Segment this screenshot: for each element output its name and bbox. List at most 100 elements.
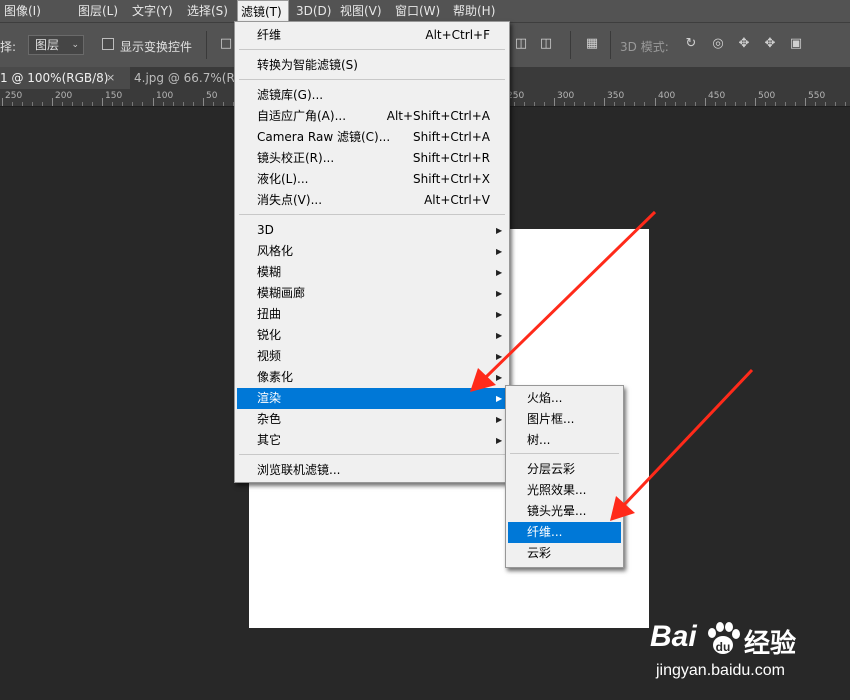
ruler-label: 150 xyxy=(105,91,123,101)
menu-item-submenu-distort[interactable]: 扭曲 ▶ xyxy=(237,304,507,325)
menu-3d[interactable]: 3D(D) xyxy=(296,0,331,22)
menu-item-submenu-blur-gallery[interactable]: 模糊画廊 ▶ xyxy=(237,283,507,304)
menu-item-submenu-stylize[interactable]: 风格化 ▶ xyxy=(237,241,507,262)
menu-item-submenu-render[interactable]: 渲染 ▶ xyxy=(237,388,507,409)
menu-item-convert-smart-filter[interactable]: 转换为智能滤镜(S) xyxy=(237,55,507,76)
menu-item-submenu-other[interactable]: 其它 ▶ xyxy=(237,430,507,451)
submenu-arrow-icon: ▶ xyxy=(496,415,503,424)
submenu-item-picture-frame[interactable]: 图片框... xyxy=(508,409,621,430)
show-transform-checkbox[interactable] xyxy=(102,38,114,50)
menu-separator xyxy=(239,49,505,50)
menu-item-adaptive-wide-angle[interactable]: 自适应广角(A)... Alt+Shift+Ctrl+A xyxy=(237,106,507,127)
ruler-label: 500 xyxy=(758,91,776,101)
toolbar-divider xyxy=(206,31,207,59)
ruler-minor-tick xyxy=(514,102,515,106)
watermark-brand: Bai xyxy=(650,620,697,653)
ruler-minor-tick xyxy=(835,102,836,106)
menu-item-label: 模糊画廊 xyxy=(257,286,306,300)
toolbar-divider xyxy=(610,31,611,59)
menu-item-label: 风格化 xyxy=(257,244,294,258)
menu-view[interactable]: 视图(V) xyxy=(340,0,382,22)
submenu-arrow-icon: ▶ xyxy=(496,289,503,298)
ruler-minor-tick xyxy=(745,102,746,106)
ruler-tick xyxy=(203,98,204,106)
submenu-arrow-icon: ▶ xyxy=(496,436,503,445)
menu-filter[interactable]: 滤镜(T) xyxy=(237,0,289,22)
ruler-tick xyxy=(755,98,756,106)
menu-item-label: 模糊 xyxy=(257,265,282,279)
menu-item-shortcut: Shift+Ctrl+A xyxy=(413,130,490,144)
submenu-item-lighting-effects[interactable]: 光照效果... xyxy=(508,480,621,501)
ruler-minor-tick xyxy=(564,102,565,106)
submenu-item-difference-clouds[interactable]: 分层云彩 xyxy=(508,459,621,480)
auto-align-icon[interactable]: ▦ xyxy=(584,36,600,52)
menu-item-label: Camera Raw 滤镜(C)... xyxy=(257,130,391,144)
menu-help[interactable]: 帮助(H) xyxy=(453,0,495,22)
menu-item-label: 扭曲 xyxy=(257,307,282,321)
menu-window[interactable]: 窗口(W) xyxy=(395,0,440,22)
ruler-minor-tick xyxy=(675,102,676,106)
ruler-label: 350 xyxy=(607,91,625,101)
ruler-minor-tick xyxy=(142,102,143,106)
submenu-item-label: 火焰... xyxy=(527,391,563,405)
menu-item-camera-raw-filter[interactable]: Camera Raw 滤镜(C)... Shift+Ctrl+A xyxy=(237,127,507,148)
menu-image[interactable]: 图像(I) xyxy=(4,0,41,22)
menu-item-submenu-sharpen[interactable]: 锐化 ▶ xyxy=(237,325,507,346)
submenu-item-lens-flare[interactable]: 镜头光晕... xyxy=(508,501,621,522)
ruler-tick xyxy=(805,98,806,106)
ruler-minor-tick xyxy=(62,102,63,106)
ruler-minor-tick xyxy=(32,102,33,106)
ruler-minor-tick xyxy=(183,102,184,106)
align-top-icon[interactable]: □ xyxy=(218,36,234,52)
ruler-minor-tick xyxy=(644,102,645,106)
ruler-label: 200 xyxy=(55,91,73,101)
ruler-minor-tick xyxy=(634,102,635,106)
submenu-item-label: 树... xyxy=(527,433,551,447)
distribute-horizontal-icon[interactable]: ◫ xyxy=(513,36,529,52)
distribute-right-icon[interactable]: ◫ xyxy=(538,36,554,52)
submenu-item-flame[interactable]: 火焰... xyxy=(508,388,621,409)
tab-label: 4.jpg @ 66.7%(RG xyxy=(134,71,245,85)
ruler-minor-tick xyxy=(614,102,615,106)
ruler-minor-tick xyxy=(82,102,83,106)
ruler-minor-tick xyxy=(795,102,796,106)
3d-pan-icon[interactable]: ✥ xyxy=(736,36,752,52)
submenu-item-tree[interactable]: 树... xyxy=(508,430,621,451)
ruler-minor-tick xyxy=(92,102,93,106)
menu-select[interactable]: 选择(S) xyxy=(187,0,228,22)
3d-roll-icon[interactable]: ◎ xyxy=(710,36,726,52)
layer-select-value: 图层 xyxy=(35,38,60,52)
paw-logo-icon: du xyxy=(708,622,740,654)
layer-select[interactable]: 图层 ⌄ xyxy=(28,35,84,55)
ruler-minor-tick xyxy=(785,102,786,106)
menu-item-submenu-3d[interactable]: 3D ▶ xyxy=(237,220,507,241)
menu-item-liquify[interactable]: 液化(L)... Shift+Ctrl+X xyxy=(237,169,507,190)
menu-item-vanishing-point[interactable]: 消失点(V)... Alt+Ctrl+V xyxy=(237,190,507,211)
submenu-item-clouds[interactable]: 云彩 xyxy=(508,543,621,564)
3d-orbit-icon[interactable]: ↻ xyxy=(683,36,699,52)
ruler-minor-tick xyxy=(685,102,686,106)
submenu-item-fibers[interactable]: 纤维... xyxy=(508,522,621,543)
tab-document-4jpg[interactable]: 4.jpg @ 66.7%(RG xyxy=(134,67,244,89)
ruler-minor-tick xyxy=(584,102,585,106)
menu-item-browse-filters-online[interactable]: 浏览联机滤镜... xyxy=(237,460,507,481)
3d-slide-icon[interactable]: ✥ xyxy=(762,36,778,52)
ruler-minor-tick xyxy=(695,102,696,106)
menu-item-lens-correction[interactable]: 镜头校正(R)... Shift+Ctrl+R xyxy=(237,148,507,169)
ruler-minor-tick xyxy=(213,102,214,106)
ruler-minor-tick xyxy=(775,102,776,106)
ruler-tick xyxy=(52,98,53,106)
menu-layer[interactable]: 图层(L) xyxy=(78,0,118,22)
watermark-url: jingyan.baidu.com xyxy=(656,662,785,679)
menu-type[interactable]: 文字(Y) xyxy=(132,0,173,22)
menu-item-submenu-blur[interactable]: 模糊 ▶ xyxy=(237,262,507,283)
menu-item-last-filter-fibers[interactable]: 纤维 Alt+Ctrl+F xyxy=(237,25,507,46)
ruler-minor-tick xyxy=(534,102,535,106)
menu-item-submenu-video[interactable]: 视频 ▶ xyxy=(237,346,507,367)
ruler-minor-tick xyxy=(815,102,816,106)
close-icon[interactable]: × xyxy=(106,67,115,89)
3d-scale-icon[interactable]: ▣ xyxy=(788,36,804,52)
menu-item-filter-gallery[interactable]: 滤镜库(G)... xyxy=(237,85,507,106)
menu-item-submenu-pixelate[interactable]: 像素化 ▶ xyxy=(237,367,507,388)
menu-item-submenu-noise[interactable]: 杂色 ▶ xyxy=(237,409,507,430)
